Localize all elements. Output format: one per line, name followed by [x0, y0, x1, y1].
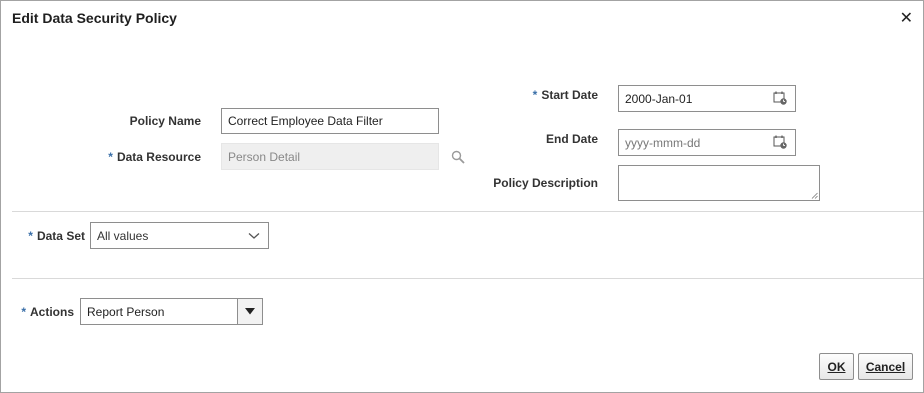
- end-date-label: End Date: [545, 132, 598, 146]
- actions-dropdown-button[interactable]: [237, 298, 263, 325]
- resize-handle-icon[interactable]: [811, 192, 818, 199]
- required-indicator: *: [108, 150, 113, 164]
- actions-combobox[interactable]: Report Person: [80, 298, 238, 325]
- required-indicator: *: [28, 229, 33, 243]
- policy-name-field[interactable]: Correct Employee Data Filter: [221, 108, 439, 134]
- data-resource-field: Person Detail: [221, 143, 439, 170]
- chevron-down-icon: [248, 233, 260, 239]
- required-indicator: *: [21, 305, 26, 319]
- section-divider: [12, 211, 923, 212]
- section-divider: [12, 278, 923, 279]
- calendar-icon[interactable]: [773, 91, 787, 105]
- actions-label: * Actions: [21, 305, 74, 319]
- cancel-button[interactable]: Cancel: [858, 353, 913, 380]
- policy-description-label: Policy Description: [493, 176, 598, 190]
- start-date-label: * Start Date: [532, 88, 598, 102]
- data-resource-label: * Data Resource: [108, 150, 201, 164]
- dropdown-arrow-icon: [245, 308, 255, 315]
- policy-name-label: Policy Name: [129, 114, 201, 128]
- end-date-field[interactable]: yyyy-mmm-dd: [618, 129, 796, 156]
- policy-description-textarea[interactable]: [618, 165, 820, 201]
- ok-button[interactable]: OK: [819, 353, 854, 380]
- close-icon[interactable]: ✕: [900, 8, 913, 28]
- data-set-label: * Data Set: [28, 229, 85, 243]
- data-set-select[interactable]: All values: [90, 222, 269, 249]
- edit-policy-dialog: Edit Data Security Policy ✕ * Start Date …: [0, 0, 924, 393]
- dialog-title: Edit Data Security Policy: [12, 10, 177, 26]
- search-icon[interactable]: [451, 150, 465, 164]
- calendar-icon[interactable]: [773, 135, 787, 149]
- required-indicator: *: [532, 88, 538, 102]
- start-date-field[interactable]: 2000-Jan-01: [618, 85, 796, 112]
